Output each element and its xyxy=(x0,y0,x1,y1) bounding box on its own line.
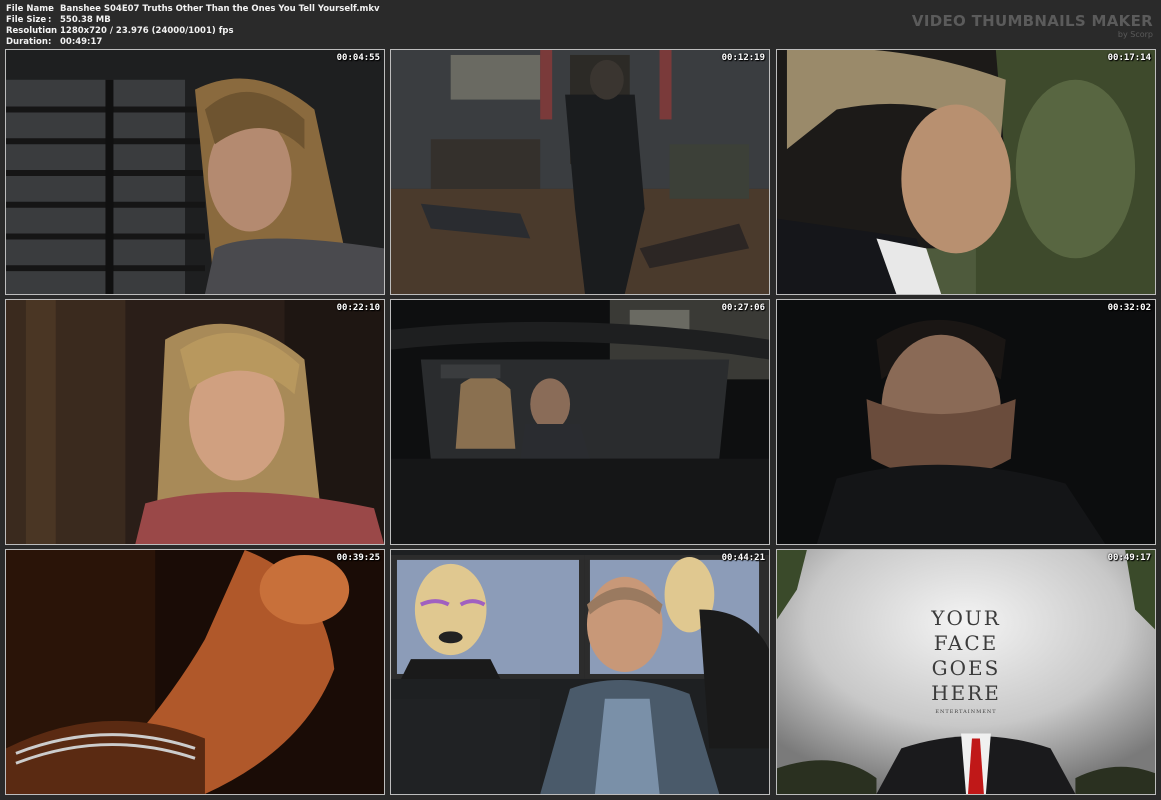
poster-line: YOUR xyxy=(931,606,1001,630)
timestamp-label: 00:12:19 xyxy=(721,53,765,63)
timestamp-label: 00:32:02 xyxy=(1107,303,1151,313)
thumbnail-1[interactable]: 00:04:55 xyxy=(5,49,385,295)
thumbnail-3[interactable]: 00:17:14 xyxy=(776,49,1156,295)
poster-line: HERE xyxy=(931,681,1001,705)
thumbnail-image xyxy=(777,50,1155,294)
thumbnail-image xyxy=(391,50,769,294)
thumbnail-7[interactable]: 00:39:25 xyxy=(5,549,385,795)
thumbnail-5[interactable]: 00:27:06 xyxy=(390,299,770,545)
thumbnail-image xyxy=(6,300,384,544)
timestamp-label: 00:04:55 xyxy=(336,53,380,63)
thumbnail-image xyxy=(6,50,384,294)
thumbnail-image xyxy=(777,300,1155,544)
poster-line: GOES xyxy=(931,656,1001,680)
poster-headline: YOUR FACE GOES HERE xyxy=(777,606,1155,706)
poster-line: FACE xyxy=(933,631,999,655)
timestamp-label: 00:39:25 xyxy=(336,553,380,563)
thumbnail-grid: 00:04:55 00:12:19 00:17:14 00:22:10 00:2… xyxy=(0,0,1161,800)
poster-caption: ENTERTAINMENT xyxy=(935,709,997,715)
timestamp-label: 00:17:14 xyxy=(1107,53,1151,63)
thumbnail-6[interactable]: 00:32:02 xyxy=(776,299,1156,545)
timestamp-label: 00:27:06 xyxy=(721,303,765,313)
thumbnail-2[interactable]: 00:12:19 xyxy=(390,49,770,295)
thumbnail-image xyxy=(391,300,769,544)
thumbnail-image xyxy=(6,550,384,794)
timestamp-label: 00:22:10 xyxy=(336,303,380,313)
timestamp-label: 00:49:17 xyxy=(1107,553,1151,563)
thumbnail-image xyxy=(391,550,769,794)
timestamp-label: 00:44:21 xyxy=(721,553,765,563)
thumbnail-9[interactable]: YOUR FACE GOES HERE ENTERTAINMENT 00:49:… xyxy=(776,549,1156,795)
thumbnail-4[interactable]: 00:22:10 xyxy=(5,299,385,545)
thumbnail-8[interactable]: 00:44:21 xyxy=(390,549,770,795)
